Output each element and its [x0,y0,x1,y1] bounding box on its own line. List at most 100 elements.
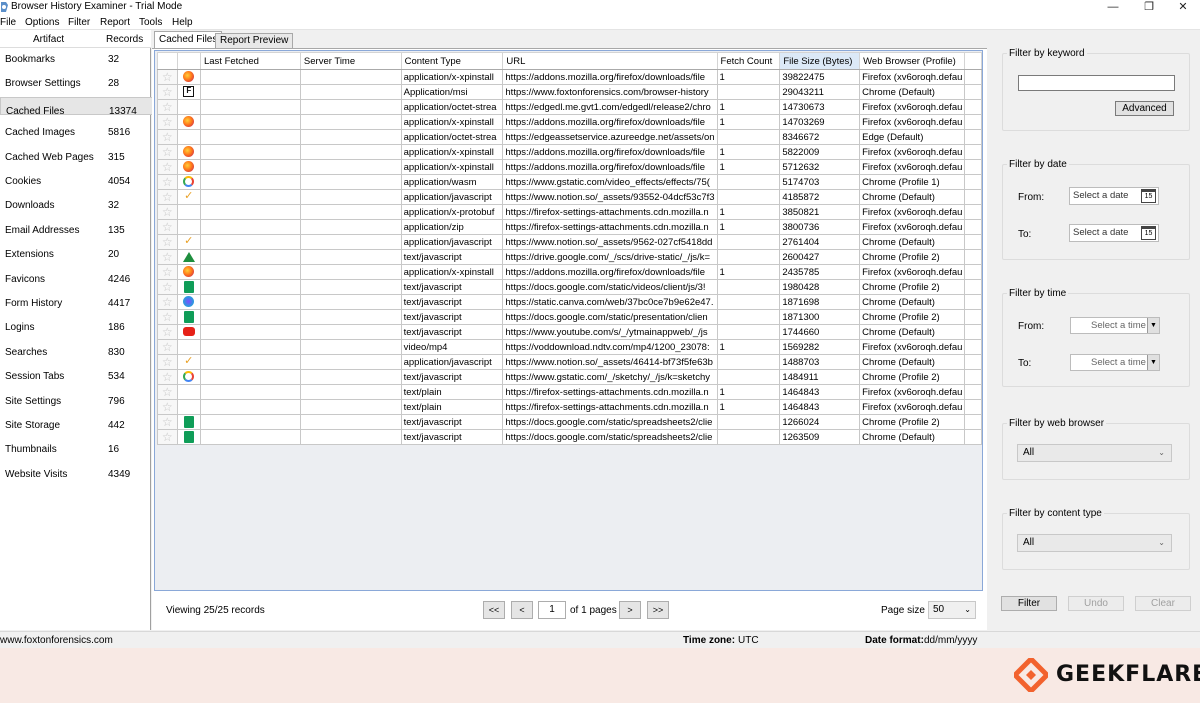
col-url[interactable]: URL [502,52,718,70]
star-icon[interactable]: ☆ [157,144,178,160]
artifact-item[interactable]: Logins 186 [0,316,150,340]
star-icon[interactable]: ☆ [157,174,178,190]
page-size-select[interactable]: 50 ⌄ [928,601,976,619]
time-from-picker[interactable]: Select a time ▼ [1070,317,1160,334]
artifact-item[interactable]: Cached Images 5816 [0,121,150,145]
star-icon[interactable]: ☆ [157,309,178,325]
star-icon[interactable]: ☆ [157,114,178,130]
date-to-picker[interactable]: Select a date 15 [1069,224,1159,242]
table-row[interactable]: ☆ application/octet-strea https://edgeasse… [157,129,982,145]
star-icon[interactable]: ☆ [157,414,178,430]
star-icon[interactable]: ☆ [157,429,178,445]
minimize-button[interactable]: — [1096,0,1130,15]
table-row[interactable]: ☆ text/javascript https://drive.google.com… [157,249,982,265]
artifact-item[interactable]: Browser Settings 28 [0,72,150,96]
artifact-item[interactable]: Form History 4417 [0,292,150,316]
table-row[interactable]: ☆ ✓ application/javascript https://www.noti… [157,189,982,205]
undo-button[interactable]: Undo [1068,596,1124,611]
dropdown-arrow-icon[interactable]: ▼ [1147,318,1159,333]
menu-filter[interactable]: Filter [68,17,90,28]
calendar-icon[interactable]: 15 [1141,189,1156,203]
star-column-header[interactable] [157,52,178,70]
advanced-button[interactable]: Advanced [1115,101,1174,116]
table-row[interactable]: ☆ text/plain https://firefox-settings-atta… [157,384,982,400]
table-row[interactable]: ☆ ✓ application/javascript https://www.noti… [157,354,982,370]
dropdown-arrow-icon[interactable]: ▼ [1147,355,1159,370]
table-row[interactable]: ☆ application/x-xpinstall https://addons.m… [157,264,982,280]
star-icon[interactable]: ☆ [157,324,178,340]
calendar-icon[interactable]: 15 [1141,226,1156,240]
browser-select[interactable]: All ⌄ [1017,444,1172,462]
artifact-item[interactable]: Website Visits 4349 [0,463,150,487]
star-icon[interactable]: ☆ [157,219,178,235]
star-icon[interactable]: ☆ [157,279,178,295]
artifact-item[interactable]: Favicons 4246 [0,268,150,292]
col-file-size[interactable]: File Size (Bytes) [779,52,861,70]
table-row[interactable]: ☆ text/javascript https://www.youtube.com/… [157,324,982,340]
star-icon[interactable]: ☆ [157,354,178,370]
col-fetch-count[interactable]: Fetch Count [716,52,781,70]
tab-cached-files[interactable]: Cached Files [154,31,223,49]
keyword-input[interactable] [1018,75,1175,91]
artifact-item[interactable]: Cookies 4054 [0,170,150,194]
table-row[interactable]: ☆ application/x-xpinstall https://addons.m… [157,159,982,175]
content-type-select[interactable]: All ⌄ [1017,534,1172,552]
col-content-type[interactable]: Content Type [400,52,504,70]
table-row[interactable]: ☆ application/x-protobuf https://firefox-s… [157,204,982,220]
table-row[interactable]: ☆ text/javascript https://static.canva.com… [157,294,982,310]
artifact-item[interactable]: Downloads 32 [0,194,150,218]
table-row[interactable]: ☆ application/x-xpinstall https://addons.m… [157,114,982,130]
artifact-item[interactable]: Session Tabs 534 [0,365,150,389]
star-icon[interactable]: ☆ [157,234,178,250]
star-icon[interactable]: ☆ [157,339,178,355]
prev-page-button[interactable]: < [511,601,533,619]
star-icon[interactable]: ☆ [157,204,178,220]
star-icon[interactable]: ☆ [157,264,178,280]
time-to-picker[interactable]: Select a time ▼ [1070,354,1160,371]
records-column-header[interactable]: Records [106,34,143,45]
table-row[interactable]: ☆ F Application/msi https://www.foxtonforen… [157,84,982,100]
artifact-item[interactable]: Searches 830 [0,341,150,365]
artifact-column-header[interactable]: Artifact [33,34,64,45]
filter-button[interactable]: Filter [1001,596,1057,611]
clear-button[interactable]: Clear [1135,596,1191,611]
maximize-button[interactable]: ❐ [1132,0,1166,15]
table-row[interactable]: ☆ text/javascript https://www.gstatic.com/… [157,369,982,385]
table-row[interactable]: ☆ application/x-xpinstall https://addons.m… [157,69,982,85]
menu-tools[interactable]: Tools [139,17,162,28]
icon-column-header[interactable] [176,52,201,70]
star-icon[interactable]: ☆ [157,294,178,310]
date-from-picker[interactable]: Select a date 15 [1069,187,1159,205]
table-row[interactable]: ☆ text/plain https://firefox-settings-atta… [157,399,982,415]
artifact-item[interactable]: Cached Files 13374 [0,96,155,117]
artifact-item[interactable]: Extensions 20 [0,243,150,267]
table-row[interactable]: ☆ application/zip https://firefox-settings… [157,219,982,235]
star-icon[interactable]: ☆ [157,384,178,400]
tab-report-preview[interactable]: Report Preview [215,33,294,48]
star-icon[interactable]: ☆ [157,159,178,175]
table-row[interactable]: ☆ application/x-xpinstall https://addons.m… [157,144,982,160]
star-icon[interactable]: ☆ [157,249,178,265]
star-icon[interactable]: ☆ [157,84,178,100]
next-page-button[interactable]: > [619,601,641,619]
artifact-item[interactable]: Site Storage 442 [0,414,150,438]
table-row[interactable]: ☆ ✓ application/javascript https://www.noti… [157,234,982,250]
table-row[interactable]: ☆ text/javascript https://docs.google.com/… [157,414,982,430]
artifact-item[interactable]: Bookmarks 32 [0,48,150,72]
star-icon[interactable]: ☆ [157,69,178,85]
menu-options[interactable]: Options [25,17,59,28]
table-row[interactable]: ☆ text/javascript https://docs.google.com/… [157,429,982,445]
star-icon[interactable]: ☆ [157,189,178,205]
table-row[interactable]: ☆ video/mp4 https://voddownload.ndtv.com/m… [157,339,982,355]
menu-report[interactable]: Report [100,17,130,28]
menu-help[interactable]: Help [172,17,193,28]
star-icon[interactable]: ☆ [157,99,178,115]
star-icon[interactable]: ☆ [157,129,178,145]
star-icon[interactable]: ☆ [157,399,178,415]
table-row[interactable]: ☆ application/octet-strea https://edgedl.m… [157,99,982,115]
col-server-time[interactable]: Server Time [299,52,402,70]
page-number-input[interactable]: 1 [538,601,566,619]
artifact-item[interactable]: Email Addresses 135 [0,219,150,243]
star-icon[interactable]: ☆ [157,369,178,385]
table-row[interactable]: ☆ text/javascript https://docs.google.com/… [157,279,982,295]
